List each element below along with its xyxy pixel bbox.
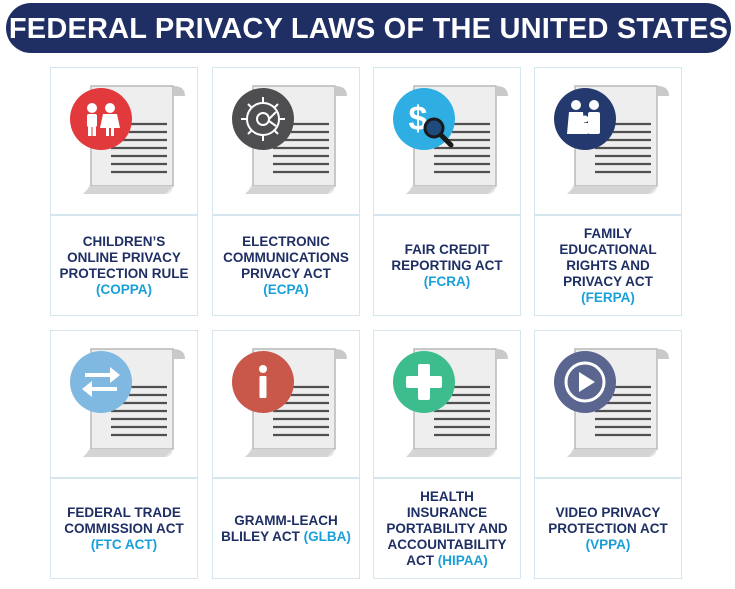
- family-icon: [554, 88, 616, 150]
- law-label-box: FAMILY EDUCATIONAL RIGHTS AND PRIVACY AC…: [534, 215, 682, 316]
- law-name: VIDEO PRIVACY PROTECTION ACT (VPPA): [542, 505, 674, 553]
- law-abbreviation: (HIPAA): [437, 552, 488, 568]
- law-name: CHILDREN’S ONLINE PRIVACY PROTECTION RUL…: [58, 234, 190, 298]
- law-illustration: [534, 67, 682, 215]
- law-label-box: ELECTRONIC COMMUNICATIONS PRIVACY ACT (E…: [212, 215, 360, 316]
- law-label-box: FEDERAL TRADE COMMISSION ACT (FTC ACT): [50, 478, 198, 579]
- law-abbreviation: (FERPA): [581, 289, 635, 305]
- law-card: $ FAIR CREDIT REPORTING ACT (FCRA): [373, 67, 521, 316]
- law-name: ELECTRONIC COMMUNICATIONS PRIVACY ACT (E…: [220, 234, 352, 298]
- dollar-magnifier-icon: $: [393, 88, 455, 150]
- law-label-box: VIDEO PRIVACY PROTECTION ACT (VPPA): [534, 478, 682, 579]
- law-name: FAMILY EDUCATIONAL RIGHTS AND PRIVACY AC…: [542, 226, 674, 306]
- law-label-box: HEALTH INSURANCE PORTABILITY AND ACCOUNT…: [373, 478, 521, 579]
- play-icon: [554, 351, 616, 413]
- law-card: FAMILY EDUCATIONAL RIGHTS AND PRIVACY AC…: [534, 67, 682, 316]
- law-label-box: CHILDREN’S ONLINE PRIVACY PROTECTION RUL…: [50, 215, 198, 316]
- law-card: VIDEO PRIVACY PROTECTION ACT (VPPA): [534, 330, 682, 579]
- law-illustration: $: [373, 67, 521, 215]
- law-illustration: [212, 67, 360, 215]
- law-name: FAIR CREDIT REPORTING ACT (FCRA): [381, 242, 513, 290]
- law-card: FEDERAL TRADE COMMISSION ACT (FTC ACT): [50, 330, 198, 579]
- law-illustration: [50, 67, 198, 215]
- children-icon: [70, 88, 132, 150]
- law-abbreviation: (VPPA): [585, 536, 631, 552]
- info-icon: [232, 351, 294, 413]
- law-title: CHILDREN’S ONLINE PRIVACY PROTECTION RUL…: [59, 233, 189, 281]
- law-title: VIDEO PRIVACY PROTECTION ACT: [548, 504, 668, 536]
- exchange-arrows-icon: [70, 351, 132, 413]
- law-name: FEDERAL TRADE COMMISSION ACT (FTC ACT): [58, 505, 190, 553]
- law-illustration: [212, 330, 360, 478]
- law-title: ELECTRONIC COMMUNICATIONS PRIVACY ACT: [223, 233, 349, 281]
- law-label-box: GRAMM-LEACH BLILEY ACT (GLBA): [212, 478, 360, 579]
- law-card: HEALTH INSURANCE PORTABILITY AND ACCOUNT…: [373, 330, 521, 579]
- page-title: FEDERAL PRIVACY LAWS OF THE UNITED STATE…: [8, 13, 729, 45]
- law-illustration: [373, 330, 521, 478]
- law-abbreviation: (FCRA): [423, 273, 471, 289]
- law-abbreviation: (COPPA): [96, 281, 152, 297]
- law-abbreviation: (ECPA): [263, 281, 309, 297]
- circuit-gear-icon: [232, 88, 294, 150]
- law-abbreviation: (FTC ACT): [90, 536, 158, 552]
- law-title: FAMILY EDUCATIONAL RIGHTS AND PRIVACY AC…: [559, 225, 657, 289]
- law-card: ELECTRONIC COMMUNICATIONS PRIVACY ACT (E…: [212, 67, 360, 316]
- law-title: FAIR CREDIT REPORTING ACT: [391, 241, 503, 273]
- law-illustration: [50, 330, 198, 478]
- law-card: CHILDREN’S ONLINE PRIVACY PROTECTION RUL…: [50, 67, 198, 316]
- law-illustration: [534, 330, 682, 478]
- law-title: FEDERAL TRADE COMMISSION ACT: [64, 504, 184, 536]
- law-abbreviation: (GLBA): [303, 528, 351, 544]
- law-name: GRAMM-LEACH BLILEY ACT (GLBA): [220, 513, 352, 545]
- medical-cross-icon: [393, 351, 455, 413]
- law-label-box: FAIR CREDIT REPORTING ACT (FCRA): [373, 215, 521, 316]
- law-name: HEALTH INSURANCE PORTABILITY AND ACCOUNT…: [381, 489, 513, 569]
- law-card: GRAMM-LEACH BLILEY ACT (GLBA): [212, 330, 360, 579]
- title-banner: FEDERAL PRIVACY LAWS OF THE UNITED STATE…: [6, 3, 731, 53]
